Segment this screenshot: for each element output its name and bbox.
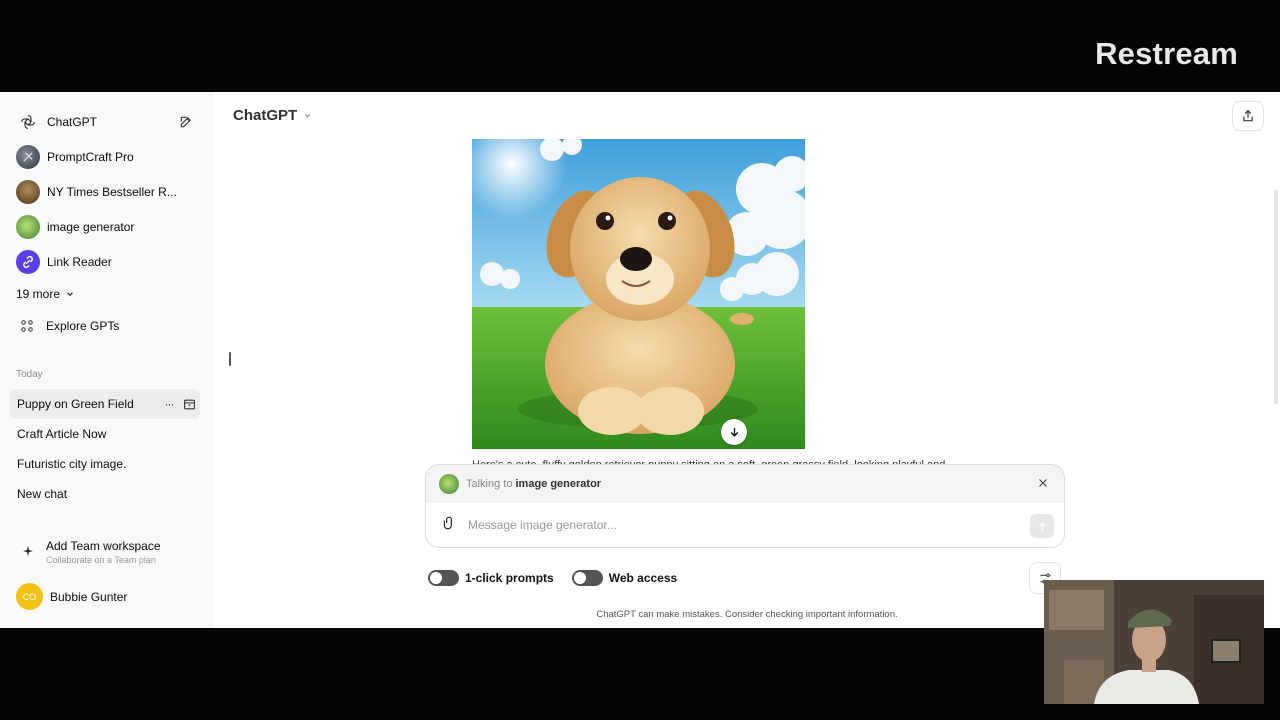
model-selector[interactable]: ChatGPT <box>233 107 312 124</box>
section-heading-today: Today <box>16 369 43 380</box>
model-name: ChatGPT <box>233 107 298 124</box>
link-reader-avatar <box>16 249 40 274</box>
message-input[interactable] <box>468 518 988 532</box>
toggle-label: 1-click prompts <box>465 571 554 585</box>
scrollbar[interactable] <box>1274 190 1278 404</box>
talking-to-bar: Talking to image generator <box>426 465 1064 503</box>
avatar: CO <box>16 583 43 610</box>
chat-item-new-chat[interactable]: New chat <box>10 479 200 509</box>
restream-logo: Restream <box>1095 36 1238 71</box>
sidebar-item-image-generator[interactable]: image generator <box>0 209 214 244</box>
user-name: Bubbie Gunter <box>50 589 128 604</box>
explore-gpts-link[interactable]: Explore GPTs <box>0 309 214 343</box>
chat-item-craft-article-now[interactable]: Craft Article Now <box>10 419 200 449</box>
chat-item-puppy-on-green-field[interactable]: Puppy on Green Field ··· <box>10 389 200 419</box>
user-profile-button[interactable]: CO Bubbie Gunter <box>16 583 127 610</box>
chat-item-label: Craft Article Now <box>17 427 107 441</box>
add-team-workspace-button[interactable]: Add Team workspace Collaborate on a Team… <box>16 539 161 567</box>
more-gpts-label: 19 more <box>16 287 61 301</box>
sidebar-item-promptcraft-pro[interactable]: PromptCraft Pro <box>0 139 214 174</box>
more-options-icon[interactable]: ··· <box>160 397 178 411</box>
image-generator-avatar <box>16 214 40 239</box>
new-chat-edit-icon[interactable] <box>176 112 196 132</box>
toggle-switch[interactable] <box>428 570 459 586</box>
share-icon <box>1243 109 1253 122</box>
nytimes-avatar <box>16 179 40 204</box>
toggle-web-access[interactable]: Web access <box>571 570 678 586</box>
sidebar-item-label: NY Times Bestseller R... <box>47 184 177 199</box>
screen-share-stage: Restream ChatGPT PromptCraft Pro NY Time… <box>0 0 1280 720</box>
chat-item-label: Futuristic city image. <box>17 457 127 471</box>
sparkle-icon <box>16 539 40 563</box>
toggle-switch[interactable] <box>571 570 603 586</box>
sidebar-item-link-reader[interactable]: Link Reader <box>0 244 214 279</box>
sidebar-resize-handle[interactable] <box>229 352 231 366</box>
toggle-label: Web access <box>608 571 678 585</box>
sidebar-item-label: PromptCraft Pro <box>47 149 134 164</box>
image-generator-avatar <box>439 474 459 494</box>
download-icon <box>730 427 738 437</box>
archive-icon[interactable] <box>178 398 200 411</box>
chevron-down-icon <box>67 292 73 297</box>
sidebar-item-ny-times-bestseller[interactable]: NY Times Bestseller R... <box>0 174 214 209</box>
arrow-up-icon <box>1038 521 1046 530</box>
promptcraft-avatar <box>16 144 40 169</box>
team-workspace-title: Add Team workspace <box>46 539 161 553</box>
sidebar-item-chatgpt[interactable]: ChatGPT <box>0 104 214 139</box>
chat-item-label: New chat <box>17 487 68 501</box>
sidebar-item-label: image generator <box>47 219 135 234</box>
chevron-down-icon <box>305 113 311 118</box>
download-image-button[interactable] <box>721 419 747 445</box>
share-button[interactable] <box>1232 101 1264 131</box>
message-composer: Talking to image generator <box>425 464 1065 548</box>
talking-to-gpt-name: image generator <box>515 478 602 490</box>
grid-icon <box>21 320 33 332</box>
talking-to-label: Talking to <box>466 478 513 490</box>
attach-file-icon[interactable] <box>442 515 456 536</box>
send-button[interactable] <box>1030 514 1054 538</box>
main-panel: ChatGPT Here's a cute, fluffy golden ret… <box>214 92 1280 628</box>
generated-puppy-image[interactable] <box>472 139 805 449</box>
explore-gpts-label: Explore GPTs <box>46 319 120 333</box>
sidebar-item-label: Link Reader <box>47 254 112 269</box>
close-icon[interactable] <box>1036 476 1050 495</box>
prompt-toggles: 1-click prompts Web access <box>428 570 695 586</box>
chat-history-list: Puppy on Green Field ··· Craft Article N… <box>0 389 214 509</box>
chat-item-label: Puppy on Green Field <box>17 397 134 411</box>
chatgpt-window: ChatGPT PromptCraft Pro NY Times Bestsel… <box>0 92 1280 628</box>
openai-logo-icon <box>16 110 40 134</box>
webcam-overlay <box>1044 580 1264 704</box>
team-workspace-subtitle: Collaborate on a Team plan <box>46 555 156 565</box>
toggle-1-click-prompts[interactable]: 1-click prompts <box>428 570 554 586</box>
sidebar-item-label: ChatGPT <box>47 114 98 129</box>
more-gpts-toggle[interactable]: 19 more <box>0 279 214 309</box>
chat-item-futuristic-city[interactable]: Futuristic city image. <box>10 449 200 479</box>
sidebar: ChatGPT PromptCraft Pro NY Times Bestsel… <box>0 92 214 628</box>
input-row <box>426 503 1064 547</box>
